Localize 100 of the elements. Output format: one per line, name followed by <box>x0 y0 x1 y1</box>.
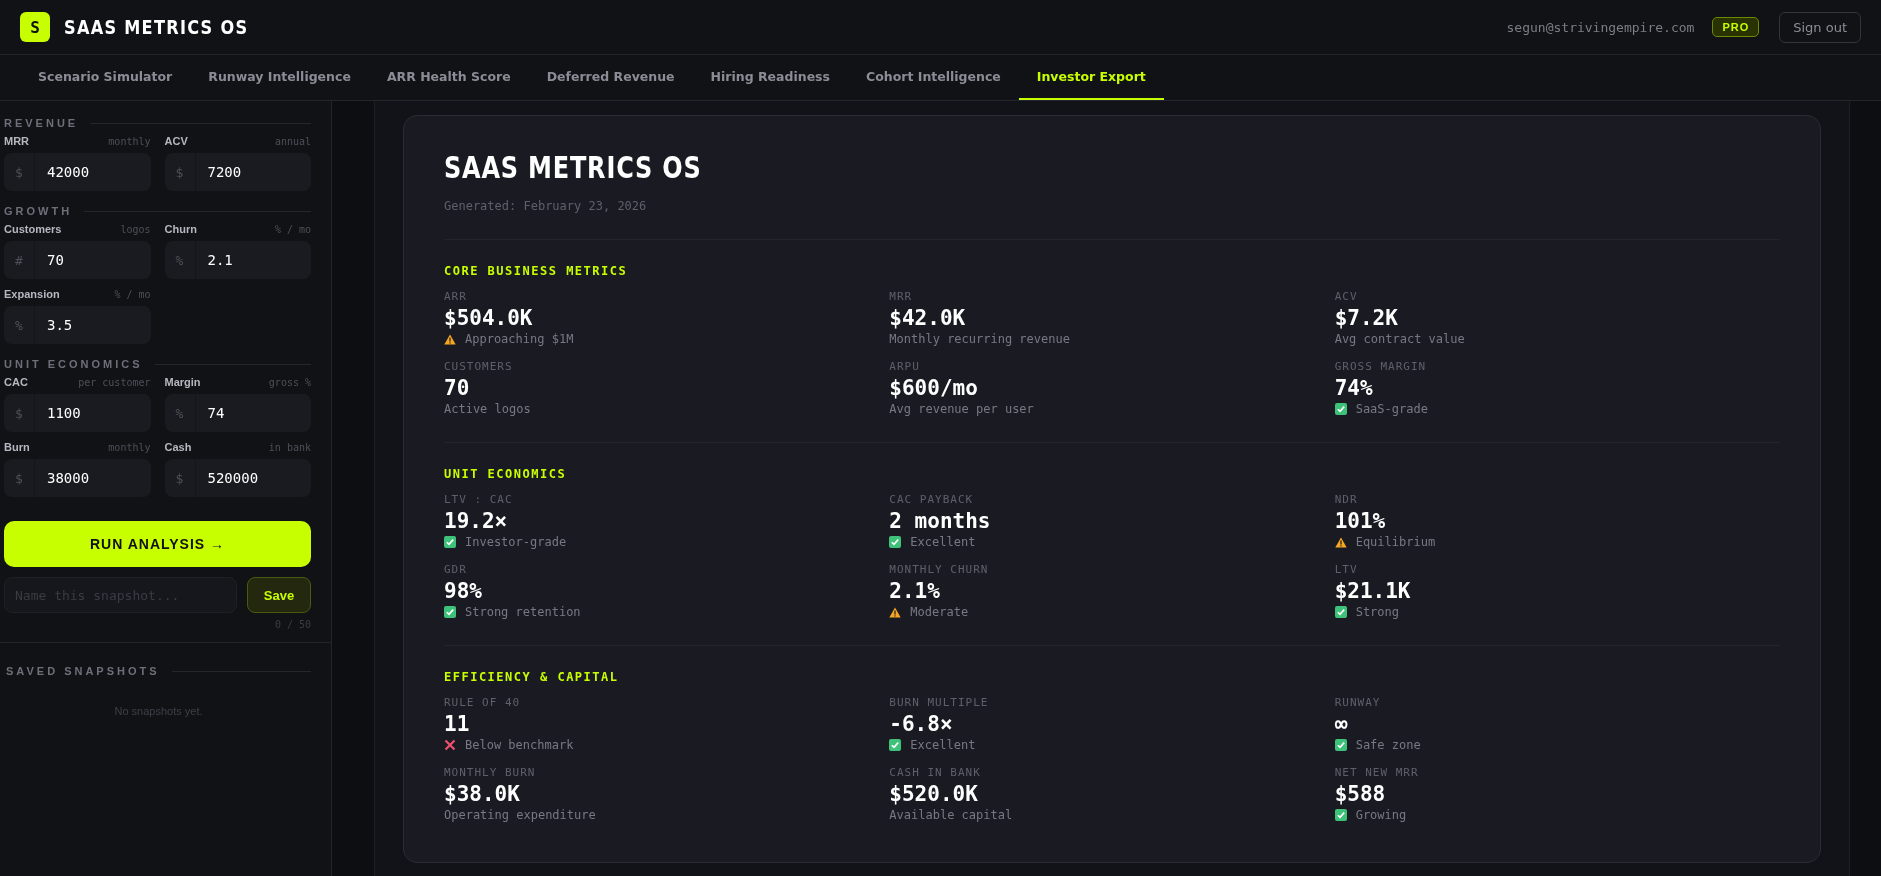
metric-label: CAC PAYBACK <box>889 493 975 506</box>
field-label: Customers <box>4 223 62 235</box>
unit-label: monthly <box>108 442 151 453</box>
run-analysis-button[interactable]: RUN ANALYSIS → <box>4 521 311 567</box>
metric-note: Available capital <box>889 808 1013 822</box>
metric-label: GDR <box>444 563 468 576</box>
metric-note: Approaching $1M <box>465 332 574 346</box>
unit-label: gross % <box>268 377 311 388</box>
unit-label: in bank <box>268 442 311 453</box>
app-title: SAAS METRICS OS <box>64 16 249 38</box>
metric-value: 70 <box>444 376 471 400</box>
metric-note: SaaS-grade <box>1355 402 1428 416</box>
metric-label: LTV <box>1334 563 1359 576</box>
section-heading: UNIT ECONOMICS <box>444 467 568 481</box>
unit-label: % / mo <box>274 224 311 235</box>
metric-label: ACV <box>1334 290 1359 303</box>
unit-label: % / mo <box>114 289 151 300</box>
unit-label: monthly <box>108 136 151 147</box>
metric-label: MONTHLY BURN <box>444 766 537 779</box>
metric-label: RUNWAY <box>1334 696 1382 709</box>
metric-label: GROSS MARGIN <box>1334 360 1428 373</box>
unit-label: annual <box>274 136 311 147</box>
section-heading: GROWTH <box>4 205 73 217</box>
number-input[interactable]: % 3.5 <box>4 306 151 344</box>
nav-tab[interactable]: ARR Health Score <box>368 55 529 100</box>
save-button[interactable]: Save <box>247 577 311 613</box>
number-input[interactable]: # 70 <box>4 241 151 279</box>
metric-note: Strong retention <box>465 605 581 619</box>
metric-value: 98% <box>444 579 483 603</box>
metric-value: $7.2K <box>1334 306 1399 330</box>
plan-badge: PRO <box>1712 17 1760 37</box>
field-label: ACV <box>164 135 188 147</box>
nav-tab[interactable]: Scenario Simulator <box>20 55 191 100</box>
metric-label: LTV : CAC <box>444 493 514 506</box>
metric-note: Monthly recurring revenue <box>889 332 1070 346</box>
generated-date: Generated: February 23, 2026 <box>444 199 648 213</box>
metric-note: Growing <box>1355 808 1407 822</box>
metric-value: $504.0K <box>444 306 534 330</box>
metric-value: 74% <box>1334 376 1374 400</box>
user-email: segun@strivingempire.com <box>1506 19 1695 35</box>
metric-note: Moderate <box>910 605 969 619</box>
metric-label: BURN MULTIPLE <box>889 696 990 709</box>
section-heading: SAVED SNAPSHOTS <box>6 665 160 677</box>
metric-note: Safe zone <box>1355 738 1421 752</box>
sign-out-button[interactable]: Sign out <box>1779 11 1861 43</box>
metric-note: Avg revenue per user <box>889 402 1034 416</box>
section-heading: UNIT ECONOMICS <box>4 358 143 370</box>
metric-value: 2 months <box>889 509 992 533</box>
metric-value: 11 <box>444 712 471 736</box>
metric-label: NDR <box>1334 493 1359 506</box>
metric-note: Strong <box>1355 605 1399 619</box>
nav-tab[interactable]: Deferred Revenue <box>528 55 693 100</box>
metric-value: -6.8× <box>889 712 954 736</box>
metric-value: ∞ <box>1334 712 1349 736</box>
field-label: Cash <box>164 441 192 453</box>
metric-label: CUSTOMERS <box>444 360 514 373</box>
number-input[interactable]: % 74 <box>164 394 311 432</box>
metric-label: ARR <box>444 290 468 303</box>
metric-value: $520.0K <box>889 782 979 806</box>
unit-label: logos <box>120 224 151 235</box>
nav-tab[interactable]: Cohort Intelligence <box>848 55 1019 100</box>
metric-value: $21.1K <box>1334 579 1412 603</box>
field-label: CAC <box>4 376 28 388</box>
metric-label: NET NEW MRR <box>1334 766 1420 779</box>
field-label: MRR <box>4 135 30 147</box>
metric-value: 101% <box>1334 509 1387 533</box>
logo-icon: S <box>20 12 50 42</box>
metric-value: $588 <box>1334 782 1387 806</box>
metric-note: Equilibrium <box>1355 535 1436 549</box>
section-heading: CORE BUSINESS METRICS <box>444 264 629 278</box>
section-heading: REVENUE <box>4 117 79 129</box>
nav-tab[interactable]: Hiring Readiness <box>692 55 848 100</box>
unit-label: per customer <box>78 377 151 388</box>
metric-note: Excellent <box>910 738 976 752</box>
section-heading: EFFICIENCY & CAPITAL <box>444 670 620 684</box>
nav-tab[interactable]: Runway Intelligence <box>190 55 369 100</box>
metric-label: MONTHLY CHURN <box>889 563 990 576</box>
metric-label: RULE OF 40 <box>444 696 522 709</box>
metric-label: MRR <box>889 290 914 303</box>
field-label: Burn <box>4 441 30 453</box>
number-input[interactable]: $ 520000 <box>164 459 311 497</box>
field-label: Churn <box>164 223 197 235</box>
number-input[interactable]: $ 7200 <box>164 153 311 191</box>
number-input[interactable]: $ 42000 <box>4 153 151 191</box>
metric-value: 19.2× <box>444 509 509 533</box>
number-input[interactable]: $ 1100 <box>4 394 151 432</box>
metric-note: Investor-grade <box>465 535 567 549</box>
metric-note: Below benchmark <box>465 738 574 752</box>
field-label: Margin <box>164 376 201 388</box>
metric-value: 2.1% <box>889 579 941 603</box>
metric-note: Operating expenditure <box>444 808 596 822</box>
metric-value: $38.0K <box>444 782 521 806</box>
metric-note: Excellent <box>910 535 976 549</box>
field-label: Expansion <box>4 288 60 300</box>
number-input[interactable]: % 2.1 <box>164 241 311 279</box>
metric-value: $42.0K <box>889 306 967 330</box>
metric-value: $600/mo <box>889 376 979 400</box>
number-input[interactable]: $ 38000 <box>4 459 151 497</box>
metric-label: ARPU <box>889 360 921 373</box>
report-title: SAAS METRICS OS <box>444 150 702 185</box>
